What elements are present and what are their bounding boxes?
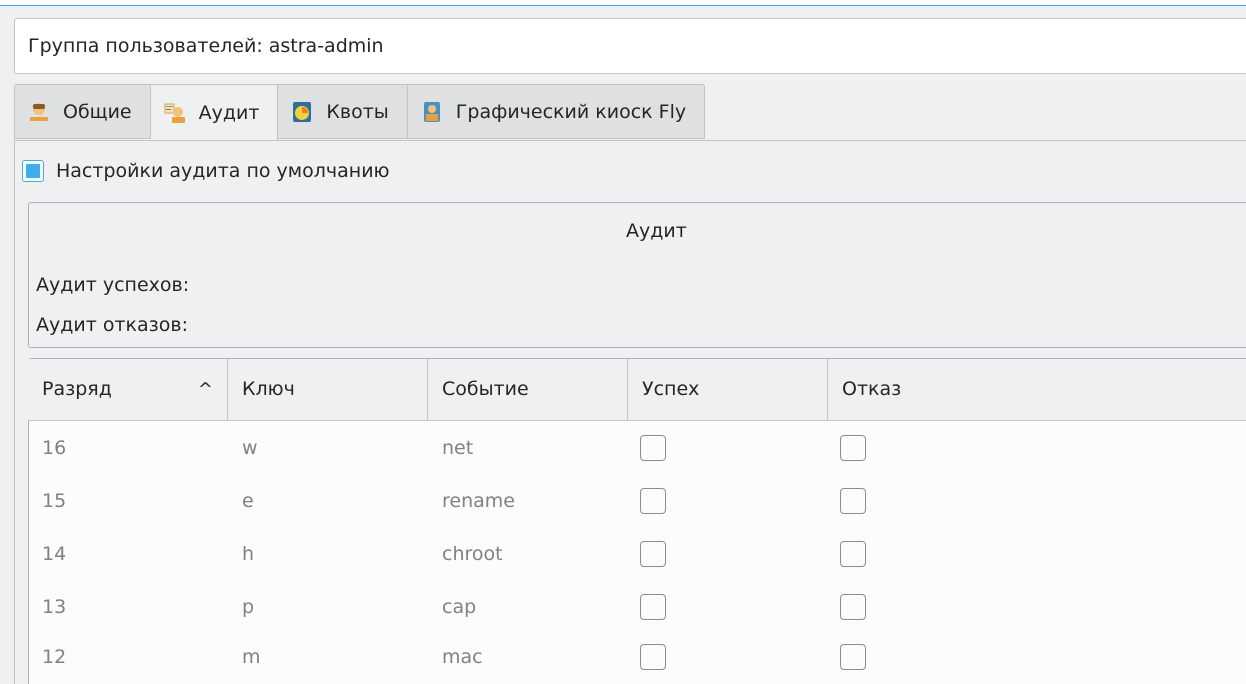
success-checkbox[interactable] <box>640 435 666 461</box>
cell-bit: 15 <box>42 490 67 512</box>
table-row[interactable]: 15 e rename <box>28 474 1246 528</box>
cell-key: e <box>242 490 254 512</box>
cell-event: chroot <box>442 543 503 565</box>
failure-checkbox[interactable] <box>840 435 866 461</box>
column-header-failure[interactable]: Отказ <box>828 359 1246 420</box>
table-header: Разряд ^ Ключ Событие Успех Отказ <box>28 359 1246 421</box>
tab-bar: Общие Аудит Квоты Графический киоск Fly <box>14 84 706 141</box>
window-top-edge <box>0 0 1246 6</box>
failure-checkbox[interactable] <box>840 644 866 670</box>
tab-general-label: Общие <box>63 100 132 123</box>
table-row[interactable]: 12 m mac <box>28 630 1246 684</box>
tab-audit-label: Аудит <box>198 102 260 124</box>
cell-event: cap <box>442 596 477 618</box>
failure-checkbox[interactable] <box>840 594 866 620</box>
checkbox-checked-icon <box>22 160 44 182</box>
tab-fly-kiosk[interactable]: Графический киоск Fly <box>407 84 706 139</box>
cell-key: w <box>242 437 258 459</box>
cell-event: net <box>442 437 474 459</box>
column-header-key[interactable]: Ключ <box>228 359 428 420</box>
audit-failure-label: Аудит отказов: <box>36 314 188 336</box>
group-title-field: Группа пользователей: astra-admin <box>14 18 1246 74</box>
success-checkbox[interactable] <box>640 488 666 514</box>
tab-fly-kiosk-label: Графический киоск Fly <box>455 100 687 123</box>
cell-bit: 12 <box>42 646 67 668</box>
table-row[interactable]: 16 w net <box>28 421 1246 475</box>
column-header-event[interactable]: Событие <box>428 359 628 420</box>
group-title-text: Группа пользователей: astra-admin <box>28 35 384 57</box>
default-audit-settings-checkbox[interactable]: Настройки аудита по умолчанию <box>22 160 390 182</box>
failure-checkbox[interactable] <box>840 541 866 567</box>
kiosk-icon <box>423 101 440 122</box>
cell-event: mac <box>442 646 483 668</box>
cell-key: h <box>242 543 255 565</box>
success-checkbox[interactable] <box>640 541 666 567</box>
sort-ascending-icon: ^ <box>197 379 213 400</box>
cell-bit: 14 <box>42 543 67 565</box>
audit-groupbox-title: Аудит <box>626 220 687 242</box>
audit-success-label: Аудит успехов: <box>36 274 190 296</box>
default-audit-settings-label: Настройки аудита по умолчанию <box>56 160 390 182</box>
cell-key: p <box>242 596 255 618</box>
tab-quotas[interactable]: Квоты <box>278 84 408 139</box>
cell-bit: 16 <box>42 437 67 459</box>
audit-icon <box>164 103 185 123</box>
success-checkbox[interactable] <box>640 594 666 620</box>
column-header-bit[interactable]: Разряд ^ <box>28 359 228 420</box>
tab-audit[interactable]: Аудит <box>150 84 279 141</box>
failure-checkbox[interactable] <box>840 488 866 514</box>
cell-bit: 13 <box>42 596 67 618</box>
quota-icon <box>293 101 312 122</box>
tab-general[interactable]: Общие <box>14 84 151 139</box>
user-group-icon <box>30 102 48 121</box>
table-row[interactable]: 14 h chroot <box>28 527 1246 581</box>
cell-key: m <box>242 646 261 668</box>
success-checkbox[interactable] <box>640 644 666 670</box>
table-row[interactable]: 13 p cap <box>28 580 1246 634</box>
column-header-success[interactable]: Успех <box>628 359 828 420</box>
tab-quotas-label: Квоты <box>326 100 389 123</box>
cell-event: rename <box>442 490 515 512</box>
